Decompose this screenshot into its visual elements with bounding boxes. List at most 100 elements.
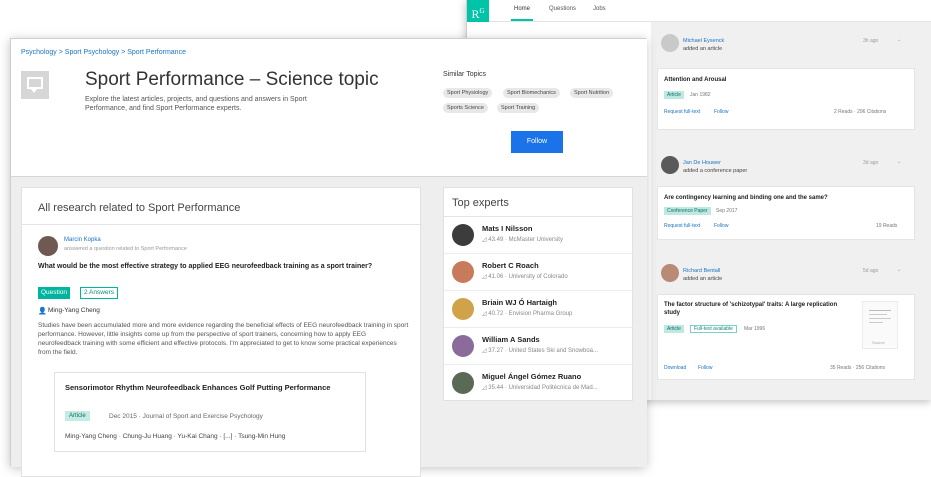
- expert-name[interactable]: Robert C Roach: [482, 261, 539, 270]
- avatar[interactable]: [661, 34, 679, 52]
- section-title: All research related to Sport Performanc…: [38, 202, 241, 214]
- feed-time: 3d ago: [863, 160, 879, 166]
- avatar[interactable]: [452, 298, 474, 320]
- article-title[interactable]: Sensorimotor Rhythm Neurofeedback Enhanc…: [65, 383, 355, 393]
- feed-author[interactable]: Richard Bentall: [683, 268, 720, 274]
- user-icon: 👤: [38, 308, 47, 315]
- article-meta: Dec 2015 · Journal of Sport and Exercise…: [109, 413, 263, 420]
- expert-name[interactable]: Mats I Nilsson: [482, 224, 532, 233]
- chevron-down-icon[interactable]: ⌄: [897, 37, 901, 43]
- expert-meta: ◿ 37.27 · United States Ski and Snowboa.…: [482, 348, 599, 354]
- follow-button[interactable]: Follow: [511, 131, 563, 153]
- feed-card[interactable]: Are contingency learning and binding one…: [657, 186, 915, 240]
- expert-name[interactable]: William A Sands: [482, 335, 540, 344]
- feed-author[interactable]: Jan De Houwer: [683, 160, 721, 166]
- section-title: Top experts: [452, 197, 509, 209]
- feed-item-header: Jan De Houwer added a conference paper 3…: [657, 150, 915, 188]
- expert-row[interactable]: Mats I Nilsson ◿ 43.49 · McMaster Univer…: [444, 217, 634, 254]
- similar-topic-chip[interactable]: Sports Science: [443, 103, 488, 113]
- feed-title[interactable]: Attention and Arousal: [664, 77, 726, 83]
- similar-topic-chip[interactable]: Sport Nutrition: [570, 88, 614, 98]
- avatar[interactable]: [38, 236, 58, 256]
- follow-link[interactable]: Follow: [714, 223, 728, 229]
- avatar[interactable]: [452, 261, 474, 283]
- chevron-down-icon[interactable]: ⌄: [897, 267, 901, 273]
- feed-item-header: Richard Bentall added an article 5d ago …: [657, 258, 915, 296]
- nav-active-indicator: [511, 19, 533, 21]
- nav-tab-jobs[interactable]: Jobs: [593, 6, 606, 12]
- question-badge: Question: [38, 287, 71, 299]
- page-title: Sport Performance – Science topic: [85, 69, 379, 90]
- research-feed-card: All research related to Sport Performanc…: [21, 187, 422, 477]
- question-body: Studies have been accumulated more and m…: [38, 322, 409, 356]
- feed-time: 5d ago: [863, 268, 879, 274]
- expert-meta: ◿ 40.72 · Envision Pharma Group: [482, 311, 573, 317]
- expert-meta: ◿ 35.44 · Universidad Politécnica de Mad…: [482, 385, 598, 391]
- avatar[interactable]: [452, 372, 474, 394]
- question-action: answered a question related to Sport Per…: [64, 246, 187, 252]
- topic-header: Psychology > Sport Psychology > Sport Pe…: [11, 39, 647, 177]
- topic-page-window: Psychology > Sport Psychology > Sport Pe…: [10, 38, 647, 477]
- avatar[interactable]: [661, 156, 679, 174]
- nav-tab-home[interactable]: Home: [514, 6, 530, 12]
- avatar[interactable]: [661, 264, 679, 282]
- feed-stats: 2 Reads · 296 Citations: [834, 109, 887, 115]
- expert-meta: ◿ 41.06 · University of Colorado: [482, 274, 568, 280]
- thumbnail-caption: Source: [872, 340, 885, 345]
- nav-tab-questions[interactable]: Questions: [549, 6, 576, 12]
- question-asker[interactable]: Ming-Yang Cheng: [48, 307, 100, 314]
- feed-card[interactable]: The factor structure of 'schizotypal' tr…: [657, 294, 915, 380]
- similar-topic-chip[interactable]: Sport Biomechanics: [503, 88, 560, 98]
- follow-link[interactable]: Follow: [698, 365, 712, 371]
- request-full-text-link[interactable]: Request full-text: [664, 109, 700, 115]
- question-author[interactable]: Marcin Kopka: [64, 237, 101, 243]
- answers-count-button[interactable]: 2 Answers: [80, 287, 118, 299]
- feed-title[interactable]: Are contingency learning and binding one…: [664, 195, 828, 201]
- topic-chat-icon: [21, 71, 49, 99]
- full-text-badge: Full-text available: [690, 325, 737, 333]
- top-navigation-bar: RG Home Questions Jobs: [467, 0, 931, 22]
- similar-topic-chip[interactable]: Sport Physiology: [443, 88, 493, 98]
- feed-item-header: Michael Eysenck added an article 3h ago …: [657, 28, 915, 66]
- breadcrumb[interactable]: Psychology > Sport Psychology > Sport Pe…: [21, 49, 186, 56]
- expert-row[interactable]: Miguel Ángel Gómez Ruano ◿ 35.44 · Unive…: [444, 365, 634, 402]
- expert-row[interactable]: William A Sands ◿ 37.27 · United States …: [444, 328, 634, 365]
- publication-date: Mar 1996: [744, 326, 766, 332]
- divider: [22, 224, 422, 225]
- expert-name[interactable]: Briain WJ Ó Hartaigh: [482, 298, 557, 307]
- topic-description: Explore the latest articles, projects, a…: [85, 96, 307, 112]
- top-experts-card: Top experts Mats I Nilsson ◿ 43.49 · McM…: [443, 187, 634, 402]
- follow-link[interactable]: Follow: [714, 109, 728, 115]
- publication-date: Sep 2017: [716, 208, 738, 214]
- related-article-card[interactable]: Sensorimotor Rhythm Neurofeedback Enhanc…: [54, 372, 366, 452]
- download-link[interactable]: Download: [664, 365, 686, 371]
- avatar[interactable]: [452, 335, 474, 357]
- similar-topics-label: Similar Topics: [443, 71, 487, 78]
- feed-card[interactable]: Attention and Arousal Article Jan 1982 R…: [657, 68, 915, 130]
- feed-author[interactable]: Michael Eysenck: [683, 38, 724, 44]
- similar-topic-chip[interactable]: Sport Training: [497, 103, 540, 113]
- expert-meta: ◿ 43.49 · McMaster University: [482, 237, 563, 243]
- feed-action: added an article: [683, 276, 723, 282]
- feed-stats: 35 Reads · 256 Citations: [830, 365, 886, 371]
- expert-name[interactable]: Miguel Ángel Gómez Ruano: [482, 372, 581, 381]
- publication-type-badge: Article: [664, 91, 684, 99]
- question-title[interactable]: What would be the most effective strateg…: [38, 262, 408, 272]
- publication-date: Jan 1982: [690, 92, 711, 98]
- feed-action: added a conference paper: [683, 168, 748, 174]
- feed-stats: 19 Reads: [876, 223, 898, 229]
- expert-row[interactable]: Briain WJ Ó Hartaigh ◿ 40.72 · Envision …: [444, 291, 634, 328]
- expert-row[interactable]: Robert C Roach ◿ 41.06 · University of C…: [444, 254, 634, 291]
- topic-content: All research related to Sport Performanc…: [11, 177, 647, 477]
- publication-type-badge: Conference Paper: [664, 207, 711, 215]
- chevron-down-icon[interactable]: ⌄: [897, 159, 901, 165]
- feed-title[interactable]: The factor structure of 'schizotypal' tr…: [664, 301, 850, 317]
- researchgate-logo[interactable]: RG: [467, 0, 489, 22]
- article-thumbnail[interactable]: Source: [862, 301, 898, 349]
- avatar[interactable]: [452, 224, 474, 246]
- article-badge: Article: [65, 411, 90, 421]
- feed-time: 3h ago: [863, 38, 879, 44]
- article-authors[interactable]: Ming-Yang Cheng · Chung-Ju Huang · Yu-Ka…: [65, 433, 285, 440]
- publication-type-badge: Article: [664, 325, 684, 333]
- request-full-text-link[interactable]: Request full-text: [664, 223, 700, 229]
